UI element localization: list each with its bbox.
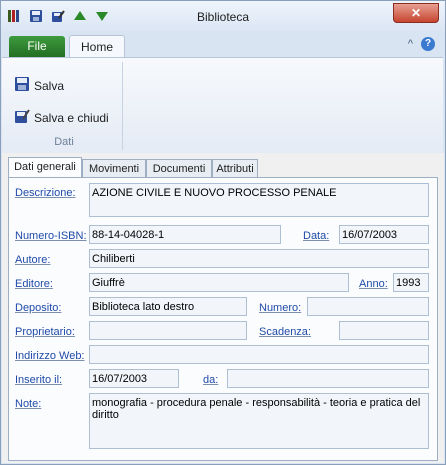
note-label: Note: [15, 398, 42, 410]
descrizione-field[interactable]: AZIONE CIVILE E NUOVO PROCESSO PENALE [89, 183, 429, 217]
save-close-icon [14, 108, 30, 127]
save-close-button-label: Salva e chiudi [34, 110, 109, 125]
window-title: Biblioteca [196, 10, 250, 24]
da-field[interactable] [227, 369, 429, 388]
anno-field[interactable]: 1993 [393, 273, 429, 292]
ribbon-tab-row: File Home ^ ? [1, 31, 445, 58]
editore-label: Editore: [15, 278, 53, 290]
data-label: Data: [303, 230, 330, 242]
help-icon[interactable]: ? [421, 37, 435, 51]
da-label: da: [203, 374, 219, 386]
isbn-field[interactable]: 88-14-04028-1 [89, 225, 281, 244]
save-button-label: Salva [34, 78, 65, 93]
minimize-ribbon-icon[interactable]: ^ [408, 38, 413, 50]
ribbon-group-dati: Salva Salva e chiudi Dati [6, 62, 123, 150]
autore-label: Autore: [15, 254, 51, 266]
save-icon [14, 76, 30, 95]
note-field[interactable]: monografia - procedura penale - responsa… [89, 393, 429, 449]
scadenza-label: Scadenza: [259, 326, 311, 338]
web-label: Indirizzo Web: [15, 350, 85, 362]
tab-attributi[interactable]: Attributi [212, 159, 258, 178]
web-field[interactable] [89, 345, 429, 364]
isbn-label: Numero-ISBN: [15, 230, 87, 242]
data-field[interactable]: 16/07/2003 [339, 225, 429, 244]
close-button[interactable]: ✕ [393, 3, 439, 23]
tab-documenti[interactable]: Documenti [146, 159, 212, 178]
tab-file[interactable]: File [9, 36, 65, 57]
descrizione-label: Descrizione: [15, 187, 76, 199]
deposito-field[interactable]: Biblioteca lato destro [89, 297, 247, 316]
ribbon: Salva Salva e chiudi Dati [2, 57, 443, 155]
save-close-button[interactable]: Salva e chiudi [14, 108, 109, 127]
dati-generali-panel: Descrizione: AZIONE CIVILE E NUOVO PROCE… [8, 177, 438, 461]
deposito-label: Deposito: [15, 302, 62, 314]
scadenza-field[interactable] [339, 321, 429, 340]
proprietario-field[interactable] [89, 321, 247, 340]
tab-dati-generali[interactable]: Dati generali [8, 157, 82, 178]
proprietario-label: Proprietario: [15, 326, 75, 338]
save-button[interactable]: Salva [14, 76, 64, 95]
tab-movimenti[interactable]: Movimenti [82, 159, 146, 178]
anno-label: Anno: [359, 278, 388, 290]
app-window: Biblioteca ✕ File Home ^ ? Salva Salva e… [0, 0, 446, 465]
group-label: Dati [54, 136, 74, 148]
numero-field[interactable] [307, 297, 429, 316]
tab-home[interactable]: Home [69, 35, 125, 58]
title-bar: Biblioteca ✕ [1, 1, 445, 31]
inserito-field[interactable]: 16/07/2003 [89, 369, 179, 388]
autore-field[interactable]: Chiliberti [89, 249, 429, 268]
form-area: Dati generali Movimenti Documenti Attrib… [2, 153, 444, 463]
inserito-label: Inserito il: [15, 374, 63, 386]
editore-field[interactable]: Giuffrè [89, 273, 349, 292]
numero-label: Numero: [259, 302, 302, 314]
